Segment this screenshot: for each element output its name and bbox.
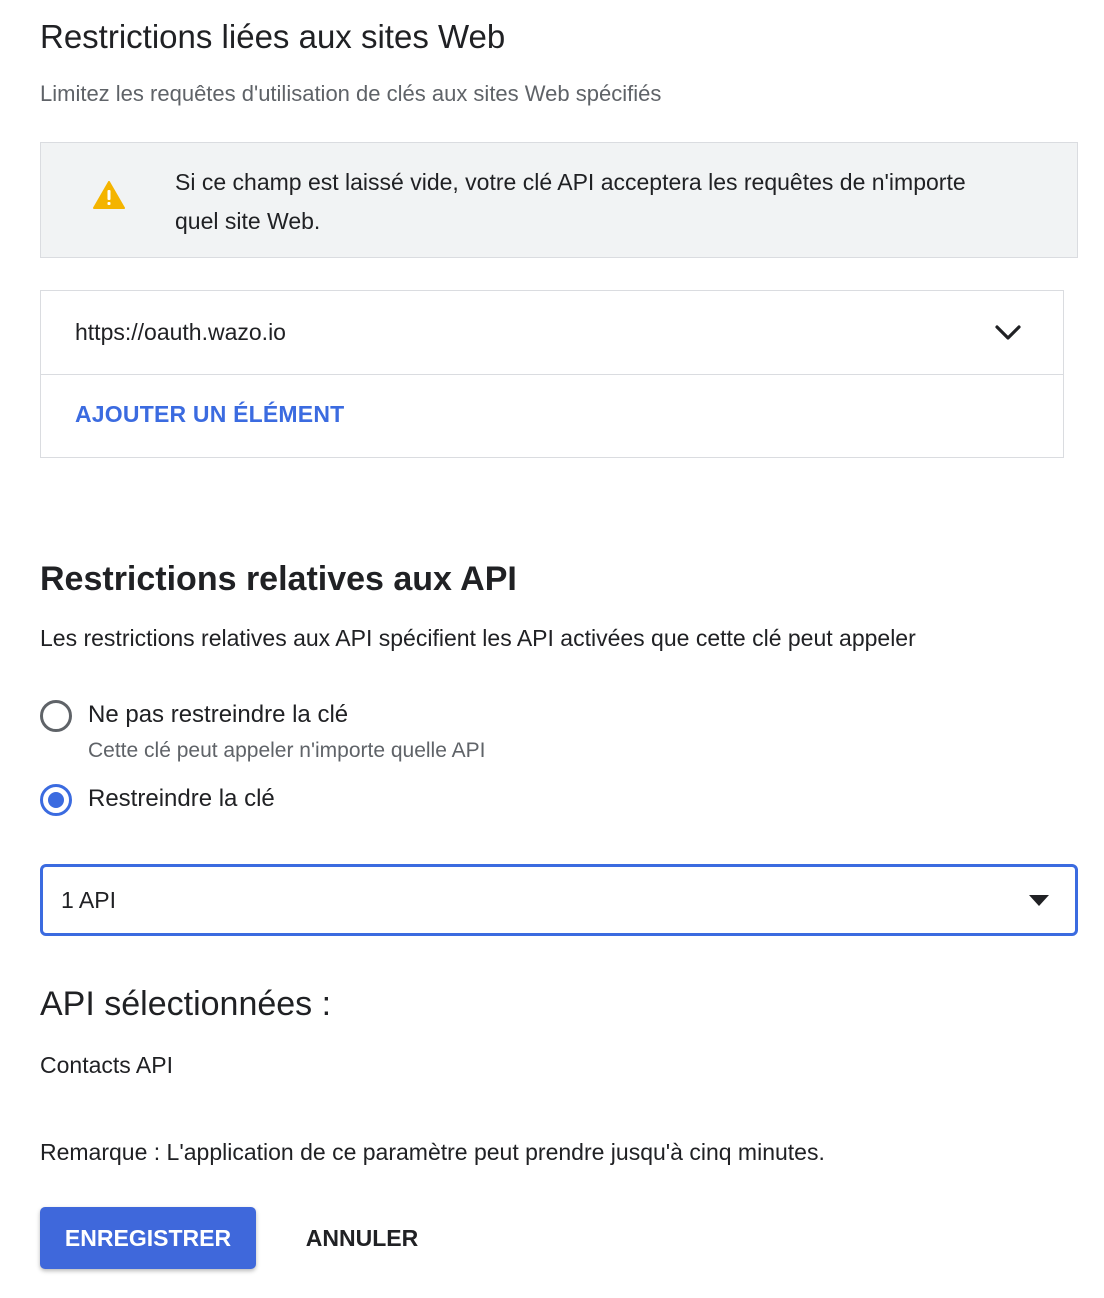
cancel-button[interactable]: ANNULER (280, 1207, 444, 1269)
referrer-list: https://oauth.wazo.io AJOUTER UN ÉLÉMENT (40, 290, 1064, 458)
warning-text: Si ce champ est laissé vide, votre clé A… (175, 169, 966, 234)
selected-api-item: Contacts API (40, 1052, 173, 1078)
selected-apis-title: API sélectionnées : (40, 985, 332, 1023)
warning-banner: Si ce champ est laissé vide, votre clé A… (40, 142, 1078, 258)
radio-restrict-label[interactable]: Restreindre la clé (88, 785, 275, 813)
api-select-dropdown[interactable]: 1 API (40, 864, 1078, 936)
api-select-value: 1 API (61, 887, 116, 913)
api-restrictions-subtitle: Les restrictions relatives aux API spéci… (40, 625, 916, 651)
add-item-button[interactable]: AJOUTER UN ÉLÉMENT (75, 401, 344, 428)
radio-restrict[interactable] (40, 784, 72, 816)
note-text: Remarque : L'application de ce paramètre… (40, 1139, 825, 1165)
referrer-item[interactable]: https://oauth.wazo.io (41, 291, 1063, 375)
web-restrictions-subtitle: Limitez les requêtes d'utilisation de cl… (40, 81, 662, 106)
radio-dont-restrict-help: Cette clé peut appeler n'importe quelle … (88, 739, 486, 762)
referrer-url: https://oauth.wazo.io (75, 319, 286, 345)
web-restrictions-title: Restrictions liées aux sites Web (40, 18, 506, 55)
save-button[interactable]: ENREGISTRER (40, 1207, 256, 1269)
caret-down-icon (1029, 895, 1049, 906)
radio-dont-restrict-label[interactable]: Ne pas restreindre la clé (88, 701, 348, 729)
chevron-down-icon[interactable] (993, 321, 1023, 343)
radio-dont-restrict[interactable] (40, 700, 72, 732)
warning-icon (93, 181, 125, 209)
api-key-restrictions-page: Restrictions liées aux sites Web Limitez… (0, 0, 1104, 1298)
api-restrictions-title: Restrictions relatives aux API (40, 560, 517, 598)
